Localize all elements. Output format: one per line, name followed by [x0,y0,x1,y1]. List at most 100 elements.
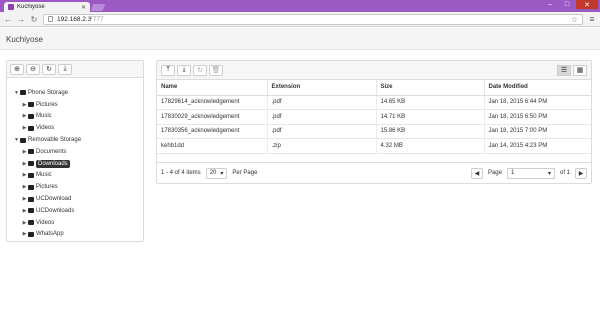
forward-icon[interactable]: → [17,15,25,24]
add-icon: ⊕ [14,66,20,73]
browser-menu-icon[interactable]: ≡ [588,14,596,24]
tab-close-icon[interactable]: ✕ [81,4,86,11]
table-row[interactable]: 17829614_acknowledgement .pdf 14.65 KB J… [157,95,591,110]
caret-right-icon[interactable]: ▶ [21,208,28,214]
tree-label: Phone Storage [28,89,69,96]
reload-icon[interactable]: ↻ [30,15,38,24]
table-row[interactable]: 17830029_acknowledgement .pdf 14.71 KB J… [157,109,591,125]
tree-node-documents[interactable]: ▶ Documents [7,146,143,158]
cell-extension: .pdf [267,124,377,139]
tree-node-videos[interactable]: ▶ Videos [7,217,143,229]
column-header-extension[interactable]: Extension [267,80,377,96]
cell-extension: .zip [267,138,377,154]
browser-toolbar: ← → ↻ 192.168.2.3:7777 ☆ ≡ [0,12,600,27]
delete-button[interactable]: 🗑 [209,64,223,76]
caret-right-icon[interactable]: ▶ [21,231,28,237]
table-header-row: Name Extension Size Date Modified [157,80,591,96]
maximize-icon[interactable]: □ [559,0,575,9]
back-icon[interactable]: ← [4,15,12,24]
page-number-input[interactable]: 1 ▾ [506,167,555,179]
tree-node-removable-storage[interactable]: ▼ Removable Storage [7,134,143,146]
folder-icon [28,172,34,178]
grid-view-button[interactable]: ▦ [573,64,587,76]
browser-titlebar: Kuchiyose ✕ – □ ✕ [0,0,600,12]
bookmark-star-icon[interactable]: ☆ [571,15,578,24]
caret-right-icon[interactable]: ▶ [21,102,28,108]
caret-right-icon[interactable]: ▶ [21,172,28,178]
caret-down-icon[interactable]: ▼ [13,90,20,96]
tree-node-phone-storage[interactable]: ▼ Phone Storage [7,87,143,99]
download-folder-button[interactable]: ⤓ [58,63,72,75]
upload-button[interactable]: ⤒ [161,64,175,76]
app-header: Kuchiyose [0,28,600,50]
caret-right-icon[interactable]: ▶ [21,161,28,167]
caret-right-icon[interactable]: ▶ [21,184,28,190]
caret-right-icon[interactable]: ▶ [21,149,28,155]
tree-node-ucdownload[interactable]: ▶ UCDownload [7,193,143,205]
pagination-bar: 1 - 4 of 4 items 20 ▾ Per Page ◀ Page 1 … [157,162,591,183]
tree-label: Removable Storage [28,137,82,144]
browser-tab[interactable]: Kuchiyose ✕ [4,2,90,12]
tree-node-videos[interactable]: ▶ Videos [7,122,143,134]
cell-extension: .pdf [267,109,377,125]
column-header-size[interactable]: Size [376,80,485,96]
tree-node-downloads[interactable]: ▶ Downloads [7,158,143,170]
folder-open-icon [20,90,26,96]
cell-name: 17830029_acknowledgement [157,109,268,125]
item-range-text: 1 - 4 of 4 items [161,170,201,176]
trash-icon: 🗑 [211,67,221,74]
column-header-name[interactable]: Name [157,80,268,96]
page-icon [48,16,53,22]
tree-label: Videos [36,219,55,226]
caret-right-icon[interactable]: ▶ [21,125,28,131]
add-folder-button[interactable]: ⊕ [10,63,24,75]
caret-right-icon[interactable]: ▶ [21,196,28,202]
close-window-icon[interactable]: ✕ [576,0,598,9]
refresh-tree-button[interactable]: ↻ [42,63,56,75]
file-toolbar: ⤒ ⤓ ↻ 🗑 ☰ ▦ [157,61,591,80]
caret-right-icon[interactable]: ▶ [21,220,28,226]
refresh-icon: ↻ [197,67,203,74]
tree-node-whatsapp[interactable]: ▶ WhatsApp [7,229,143,241]
folder-toolbar: ⊕ ⊖ ↻ ⤓ [7,61,143,78]
tree-node-music[interactable]: ▶ Music [7,111,143,123]
chevron-left-icon: ◀ [474,170,480,177]
page-size-select[interactable]: 20 ▾ [205,167,228,179]
chevron-down-icon: ▾ [220,170,224,177]
folder-icon [28,196,34,202]
tab-title: Kuchiyose [17,4,45,10]
page-number-value: 1 [510,170,515,176]
file-table: Name Extension Size Date Modified 178296… [157,80,591,154]
cell-size: 14.65 KB [376,95,485,110]
list-view-button[interactable]: ☰ [557,64,571,76]
remove-folder-button[interactable]: ⊖ [26,63,40,75]
folder-open-icon [20,137,26,143]
refresh-icon: ↻ [46,66,52,73]
tree-label: UCDownload [36,196,72,203]
url-port: :7777 [87,15,104,23]
minimize-icon[interactable]: – [542,0,558,9]
download-button[interactable]: ⤓ [177,64,191,76]
table-row[interactable]: kehb1dd .zip 4.32 MB Jan 14, 2015 4:23 P… [157,138,591,154]
prev-page-button[interactable]: ◀ [470,167,483,179]
refresh-button[interactable]: ↻ [193,64,207,76]
tree-node-pictures[interactable]: ▶ Pictures [7,181,143,193]
address-bar[interactable]: 192.168.2.3:7777 ☆ [43,13,583,25]
page-label: Page [487,170,502,176]
folder-open-icon [28,161,34,167]
tree-node-music[interactable]: ▶ Music [7,170,143,182]
caret-right-icon[interactable]: ▶ [21,113,28,119]
table-row[interactable]: 17830356_acknowledgement .pdf 15.86 KB J… [157,124,591,139]
favicon-icon [8,4,14,10]
file-panel: ⤒ ⤓ ↻ 🗑 ☰ ▦ Name Extension Size Date Mod… [156,60,592,184]
column-header-date-modified[interactable]: Date Modified [484,80,591,96]
next-page-button[interactable]: ▶ [575,167,587,179]
folder-icon [28,184,34,190]
tree-node-ucdownloads[interactable]: ▶ UCDownloads [7,205,143,217]
cell-size: 4.32 MB [376,138,485,154]
new-tab-button[interactable] [90,4,106,11]
tree-node-pictures[interactable]: ▶ Pictures [7,99,143,111]
folder-icon [28,208,34,214]
cell-name: 17829614_acknowledgement [157,95,268,110]
caret-down-icon[interactable]: ▼ [13,137,20,143]
